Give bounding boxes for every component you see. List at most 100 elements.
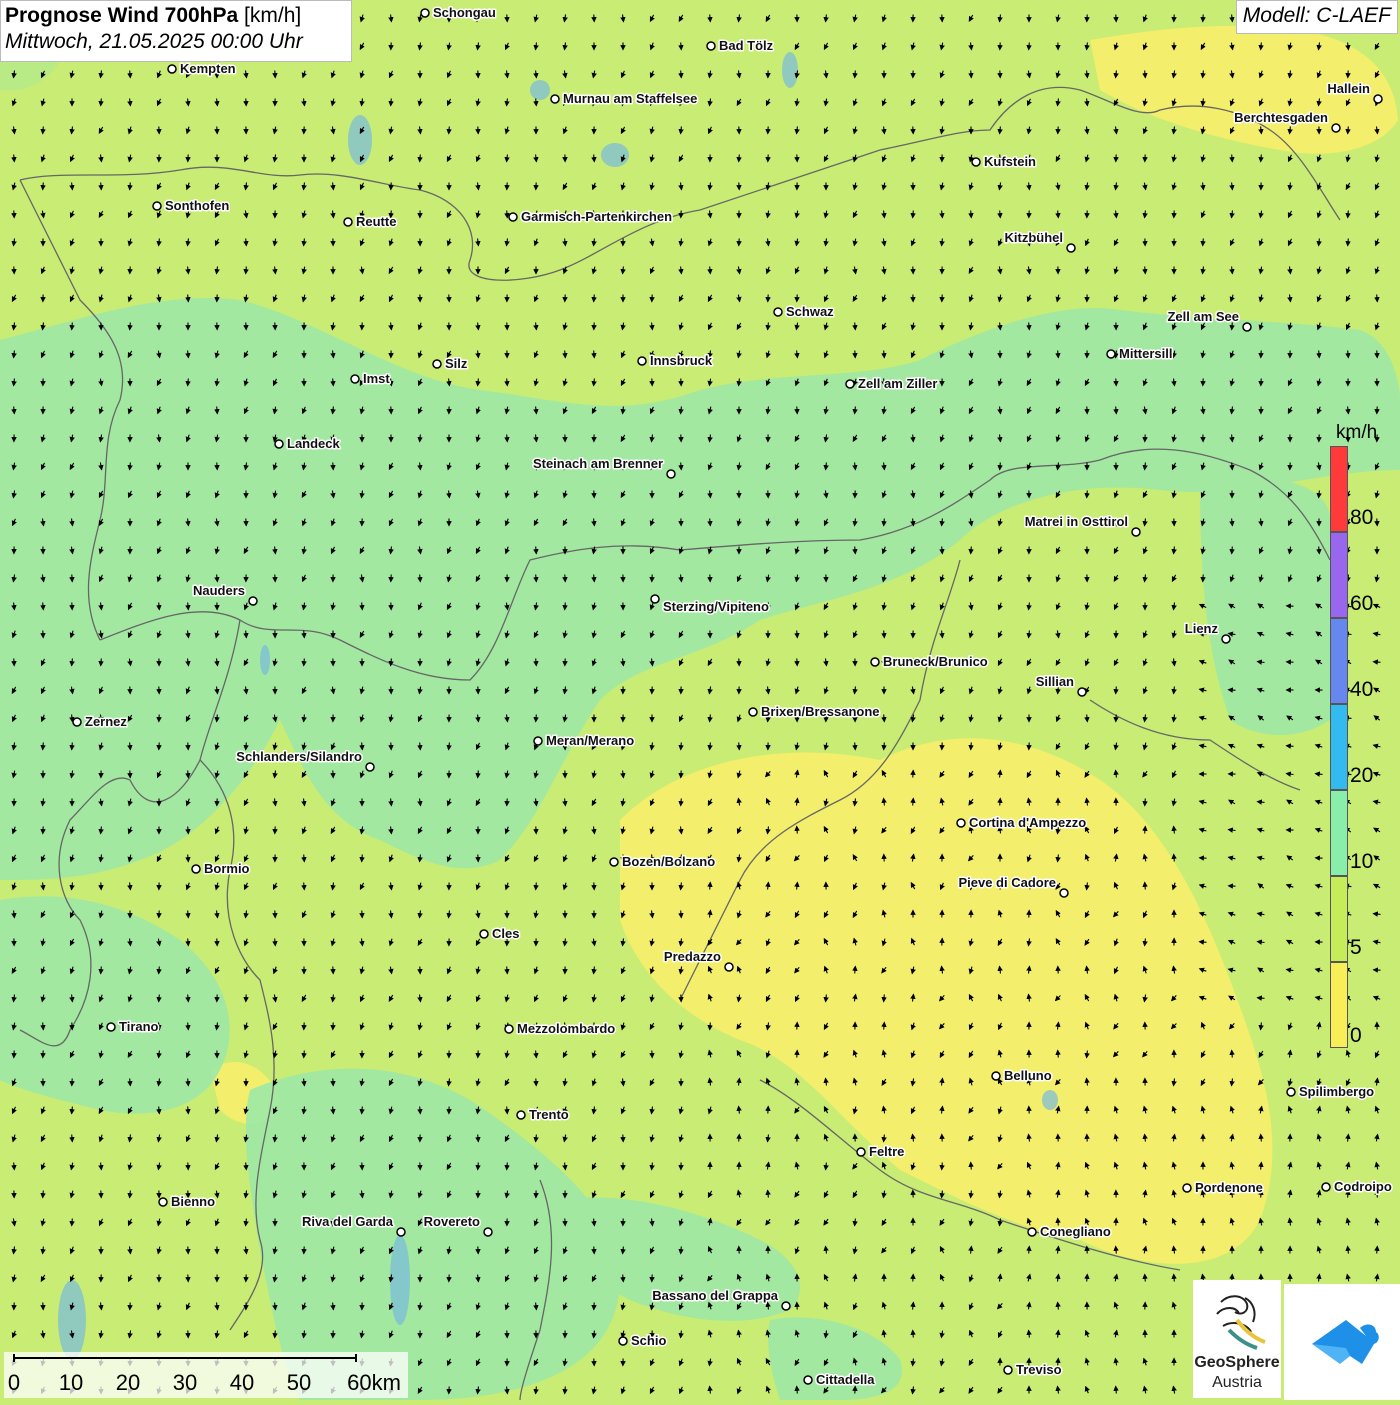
wind-arrow bbox=[43, 743, 44, 750]
geosphere-symbol-icon bbox=[1193, 1280, 1281, 1354]
wind-arrow bbox=[913, 211, 914, 218]
city-marker-icon bbox=[1132, 528, 1140, 536]
wind-arrow bbox=[333, 379, 334, 386]
geosphere-logo: GeoSphere Austria bbox=[1193, 1280, 1281, 1398]
wind-arrow bbox=[1145, 71, 1146, 78]
wind-arrow bbox=[159, 1107, 160, 1114]
city-marker-icon bbox=[509, 213, 517, 221]
wind-arrow bbox=[681, 463, 682, 470]
city-marker-icon bbox=[1004, 1366, 1012, 1374]
city-label: Sonthofen bbox=[165, 198, 229, 213]
city-label: Pordenone bbox=[1195, 1180, 1263, 1195]
wind-arrow bbox=[130, 71, 131, 78]
wind-arrow bbox=[1145, 883, 1146, 890]
city-label: Kitzbühel bbox=[1005, 230, 1064, 245]
wind-arrow bbox=[507, 967, 508, 974]
city-label: Codroipo bbox=[1334, 1179, 1392, 1194]
wind-arrow bbox=[507, 1163, 508, 1170]
city-marker-icon bbox=[871, 658, 879, 666]
wind-arrow bbox=[797, 827, 798, 834]
city-label: Schongau bbox=[433, 5, 496, 20]
wind-arrow bbox=[72, 743, 73, 750]
city-label: Cles bbox=[492, 926, 519, 941]
city-marker-icon bbox=[107, 1023, 115, 1031]
city-marker-icon bbox=[1067, 244, 1075, 252]
city-marker-icon bbox=[1222, 635, 1230, 643]
legend-tick-label: 80 bbox=[1350, 506, 1373, 530]
wind-arrow bbox=[710, 267, 711, 274]
scale-label: 40 bbox=[230, 1370, 254, 1396]
wind-arrow bbox=[710, 1023, 711, 1030]
city-marker-icon bbox=[1078, 688, 1086, 696]
wind-arrow bbox=[884, 1023, 885, 1030]
wind-arrow bbox=[710, 519, 711, 526]
wind-arrow bbox=[797, 631, 798, 638]
wind-arrow bbox=[710, 883, 711, 890]
wind-arrow bbox=[507, 379, 508, 386]
wind-arrow bbox=[536, 575, 537, 582]
wind-arrow bbox=[971, 743, 972, 750]
wind-arrow bbox=[681, 911, 682, 918]
wind-arrow bbox=[797, 1387, 798, 1394]
city-label: Silz bbox=[445, 356, 468, 371]
wind-arrow bbox=[536, 883, 537, 890]
legend-swatch bbox=[1330, 876, 1348, 962]
city-label: Steinach am Brenner bbox=[533, 456, 663, 471]
city-label: Belluno bbox=[1004, 1068, 1052, 1083]
wind-arrow bbox=[304, 1051, 305, 1058]
city-marker-icon bbox=[1060, 889, 1068, 897]
wind-arrow bbox=[391, 99, 392, 106]
legend-swatch bbox=[1330, 618, 1348, 704]
city-marker-icon bbox=[725, 963, 733, 971]
wind-arrow bbox=[188, 995, 189, 1002]
legend-swatch bbox=[1330, 790, 1348, 876]
city-marker-icon bbox=[1374, 95, 1382, 103]
legend-tick-label: 60 bbox=[1350, 592, 1373, 616]
wind-arrow bbox=[1029, 1247, 1030, 1254]
wind-arrow bbox=[246, 267, 247, 274]
app-logo bbox=[1284, 1284, 1400, 1400]
wind-arrow bbox=[246, 239, 247, 246]
wind-arrow bbox=[884, 351, 885, 358]
wind-arrow bbox=[1145, 1275, 1146, 1282]
city-label: Lienz bbox=[1185, 621, 1219, 636]
wind-arrow bbox=[565, 1387, 566, 1394]
wind-arrow bbox=[884, 631, 885, 638]
city-label: Mezzolombardo bbox=[517, 1021, 615, 1036]
city-label: Meran/Merano bbox=[546, 733, 634, 748]
wind-arrow bbox=[884, 519, 885, 526]
wind-arrow bbox=[1000, 799, 1001, 806]
city-label: Schio bbox=[631, 1333, 666, 1348]
wind-arrow bbox=[1319, 351, 1320, 358]
wind-arrow bbox=[971, 211, 972, 218]
city-label: Landeck bbox=[287, 436, 341, 451]
city-marker-icon bbox=[749, 708, 757, 716]
wind-arrow bbox=[188, 295, 189, 302]
wind-arrow bbox=[362, 855, 363, 862]
legend-tick-label: 40 bbox=[1350, 678, 1373, 702]
city-marker-icon bbox=[774, 308, 782, 316]
wind-arrow bbox=[217, 715, 218, 722]
wind-arrow bbox=[304, 855, 305, 862]
city-label: Predazzo bbox=[664, 949, 721, 964]
logo-subtitle: Austria bbox=[1193, 1374, 1281, 1392]
wind-arrow bbox=[565, 603, 566, 610]
city-marker-icon bbox=[505, 1025, 513, 1033]
title-unit: [km/h] bbox=[244, 4, 301, 27]
wind-arrow bbox=[594, 575, 595, 582]
wind-arrow bbox=[1261, 43, 1262, 50]
legend-tick-label: 0 bbox=[1350, 1024, 1362, 1048]
city-marker-icon bbox=[619, 1337, 627, 1345]
city-marker-icon bbox=[1028, 1228, 1036, 1236]
city-marker-icon bbox=[344, 218, 352, 226]
wind-arrow bbox=[942, 547, 943, 554]
city-label: Mittersill bbox=[1119, 346, 1172, 361]
city-label: Treviso bbox=[1016, 1362, 1062, 1377]
wind-arrow bbox=[1116, 1247, 1117, 1254]
wind-arrow bbox=[1229, 690, 1236, 691]
wind-arrow bbox=[1232, 547, 1233, 554]
wind-arrow bbox=[1319, 547, 1320, 554]
wind-arrow bbox=[159, 967, 160, 974]
city-marker-icon bbox=[192, 865, 200, 873]
wind-arrow bbox=[101, 659, 102, 666]
